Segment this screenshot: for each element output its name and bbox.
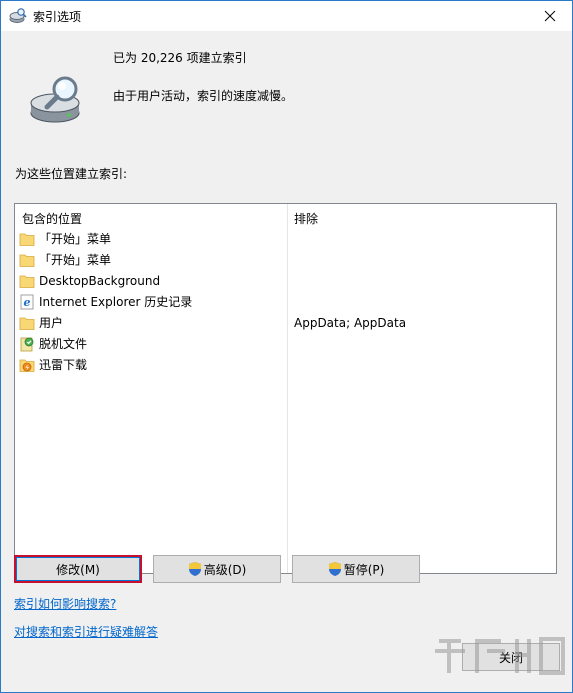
advanced-button[interactable]: 高级(D) — [153, 555, 281, 583]
troubleshoot-link[interactable]: 对搜索和索引进行疑难解答 — [14, 623, 158, 640]
list-item[interactable]: 「开始」菜单 — [19, 228, 554, 249]
modify-button-label: 修改(M) — [56, 562, 100, 577]
list-item[interactable]: 用户 AppData; AppData — [19, 312, 554, 333]
location-name: 脱机文件 — [39, 337, 88, 351]
indexing-options-window: 索引选项 已为 20,226 项建立索引 由于用户活动，索引的速度减慢。 为这些… — [0, 0, 573, 693]
offline-files-icon — [20, 337, 34, 351]
indexed-locations-list[interactable]: 包含的位置 排除 「开始」菜单 「开始」菜单 DesktopBackground… — [14, 203, 557, 574]
index-count-text: 已为 20,226 项建立索引 — [113, 51, 247, 65]
close-window-button[interactable] — [528, 1, 572, 31]
folder-icon — [19, 317, 35, 330]
xunlei-icon — [19, 359, 35, 372]
folder-icon — [19, 254, 35, 267]
hard-drive-search-icon — [30, 76, 80, 123]
list-item[interactable]: 迅雷下载 — [19, 354, 554, 375]
advanced-button-label: 高级(D) — [203, 562, 247, 577]
location-name: DesktopBackground — [39, 273, 161, 288]
location-exclude: AppData; AppData — [294, 315, 407, 330]
folder-icon — [19, 233, 35, 246]
internet-explorer-icon: e — [20, 294, 34, 309]
pause-button-label: 暂停(P) — [343, 562, 385, 577]
search-index-icon — [9, 8, 27, 23]
location-name: 「开始」菜单 — [39, 232, 112, 246]
modify-button[interactable]: 修改(M) — [14, 555, 142, 583]
column-header-location[interactable]: 包含的位置 — [22, 210, 82, 227]
location-name: 用户 — [39, 316, 64, 330]
pause-button[interactable]: 暂停(P) — [292, 555, 420, 583]
list-item[interactable]: 脱机文件 — [19, 333, 554, 354]
uac-shield-icon — [188, 562, 201, 576]
uac-shield-icon — [328, 562, 341, 576]
list-item[interactable]: DesktopBackground — [19, 270, 554, 291]
location-name: Internet Explorer 历史记录 — [39, 295, 193, 309]
list-item[interactable]: e Internet Explorer 历史记录 — [19, 291, 554, 312]
how-index-affects-search-link[interactable]: 索引如何影响搜索? — [14, 595, 116, 612]
watermark-logo — [435, 637, 565, 675]
close-icon — [544, 10, 556, 22]
location-name: 迅雷下载 — [39, 358, 88, 372]
location-name: 「开始」菜单 — [39, 253, 112, 267]
list-item[interactable]: 「开始」菜单 — [19, 249, 554, 270]
window-title: 索引选项 — [33, 10, 82, 24]
title-bar[interactable]: 索引选项 — [1, 1, 572, 31]
svg-text:e: e — [24, 296, 31, 309]
folder-icon — [19, 275, 35, 288]
locations-section-label: 为这些位置建立索引: — [15, 167, 128, 181]
index-status-message: 由于用户活动，索引的速度减慢。 — [113, 89, 294, 103]
dialog-content: 已为 20,226 项建立索引 由于用户活动，索引的速度减慢。 为这些位置建立索… — [1, 31, 572, 692]
column-header-exclude[interactable]: 排除 — [294, 210, 318, 227]
